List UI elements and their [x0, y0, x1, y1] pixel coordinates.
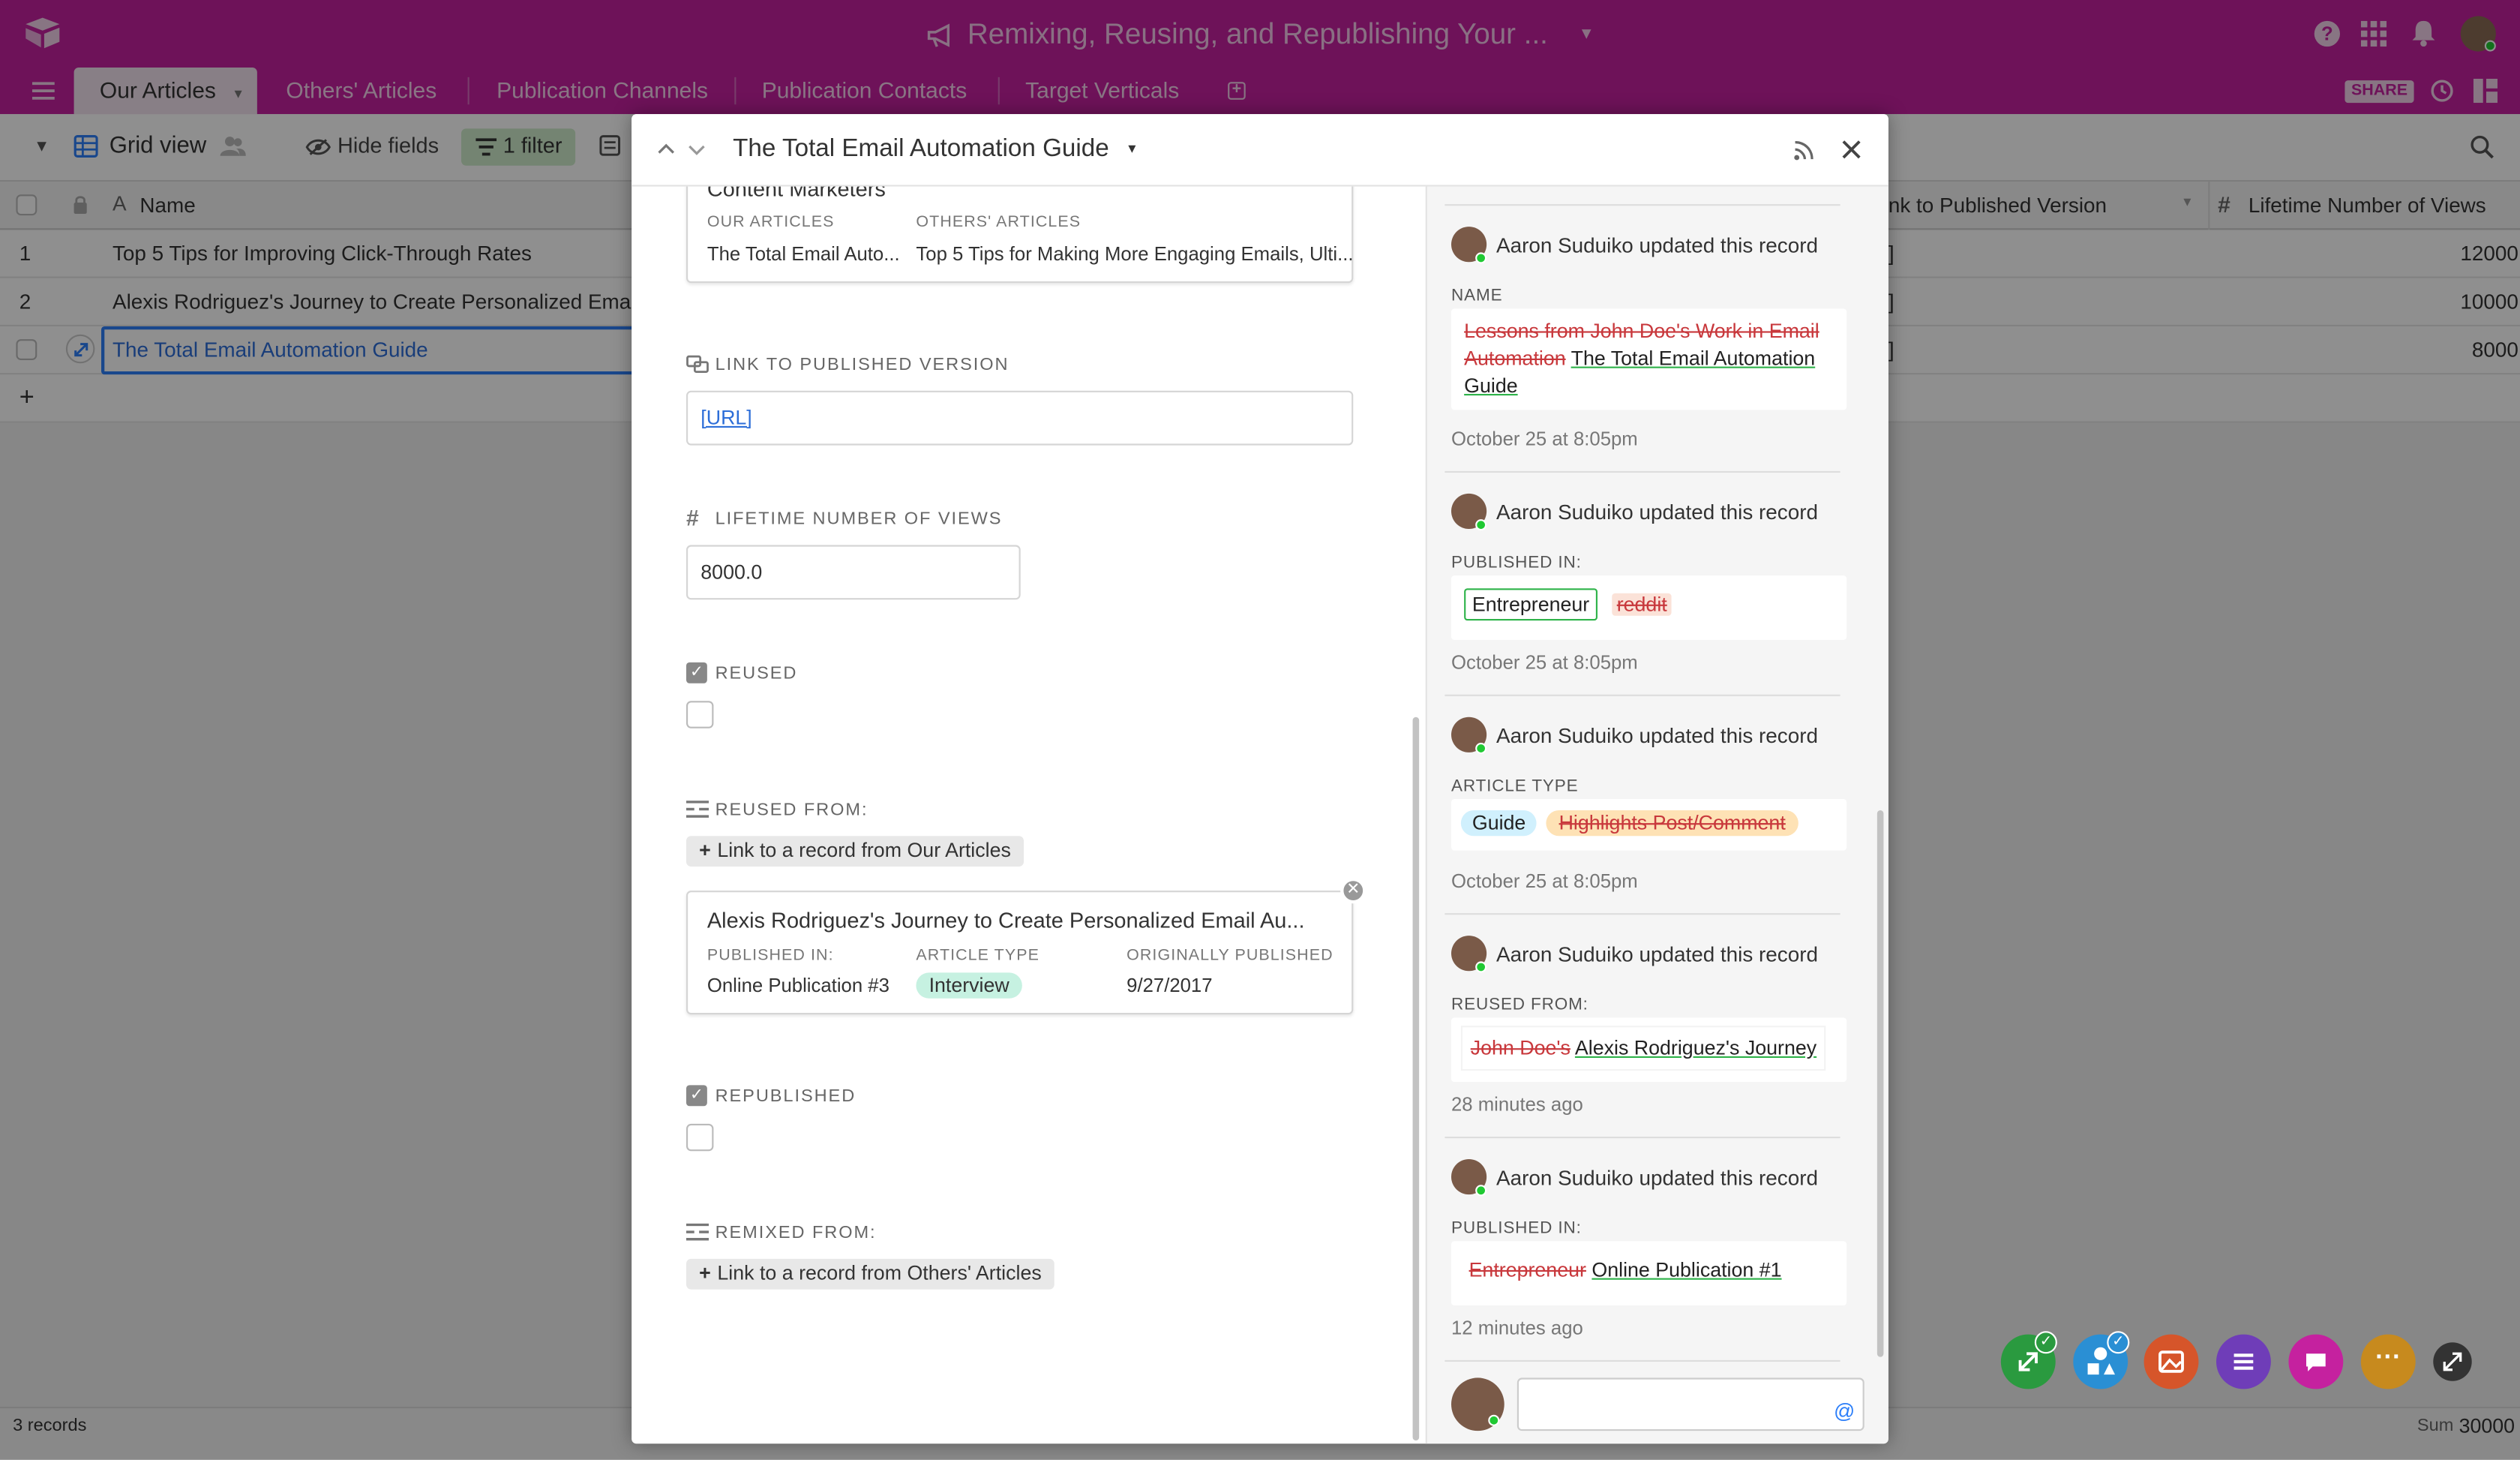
blocks-fullscreen-button[interactable] [2433, 1342, 2472, 1381]
link-field-value[interactable]: [URL] [700, 407, 752, 429]
activity-feed: Aaron Suduiko updated this record NAME L… [1425, 186, 1888, 1444]
activity-separator [1444, 204, 1840, 206]
added-value: Alexis Rodriguez's Journey [1574, 1037, 1817, 1060]
chevron-down-icon[interactable]: ▼ [1126, 142, 1138, 156]
views-field-value: 8000.0 [700, 560, 763, 584]
record-title-text: The Total Email Automation Guide [733, 135, 1109, 163]
number-field-icon: # [686, 504, 699, 531]
checkbox-field-icon: ✓ [686, 1085, 707, 1107]
mention-icon[interactable]: @ [1834, 1398, 1855, 1422]
reused-card-title: Alexis Rodriguez's Journey to Create Per… [706, 908, 1305, 933]
views-field-label: LIFETIME NUMBER OF VIEWS [715, 509, 1003, 529]
activity-author: Aaron Suduiko updated this record [1496, 723, 1818, 748]
activity-field-label: PUBLISHED IN: [1450, 1218, 1582, 1238]
activity-author: Aaron Suduiko updated this record [1496, 1165, 1818, 1190]
link-field-input[interactable] [686, 390, 1354, 446]
link-field-label: LINK TO PUBLISHED VERSION [715, 355, 1010, 375]
activity-field-label: ARTICLE TYPE [1450, 777, 1579, 796]
link-record-button-label: Link to a record from Our Articles [717, 839, 1011, 862]
reused-card-c2-label: ARTICLE TYPE [916, 947, 1040, 965]
added-value: Entrepreneur [1464, 588, 1598, 621]
activity-separator [1444, 470, 1840, 473]
activity-separator [1444, 913, 1840, 915]
activity-timestamp: October 25 at 8:05pm [1450, 650, 1638, 674]
reused-card-c3-label: ORIGINALLY PUBLISHED [1126, 947, 1334, 965]
reused-card-c1-label: PUBLISHED IN: [706, 947, 834, 965]
activity-separator [1444, 1137, 1840, 1139]
plus-icon: + [699, 839, 711, 862]
linked-card-col2-value: Top 5 Tips for Making More Engaging Emai… [916, 242, 1354, 266]
added-value: Guide [1460, 810, 1538, 837]
reused-card-c1-value: Online Publication #3 [706, 974, 890, 997]
link-field-icon [686, 1223, 709, 1242]
activity-author: Aaron Suduiko updated this record [1496, 500, 1818, 524]
online-status-dot [1475, 742, 1487, 754]
online-status-dot [1475, 519, 1487, 531]
activity-timestamp: October 25 at 8:05pm [1450, 870, 1638, 893]
activity-change-text: Entrepreneur Online Publication #1 [1461, 1249, 1790, 1291]
reused-card-c2-value: Interview [916, 972, 1022, 999]
fields-pane: Content Marketers OUR ARTICLES The Total… [632, 186, 1426, 1444]
online-status-dot [1475, 1185, 1487, 1197]
activity-separator [1444, 694, 1840, 696]
activity-change-text: John Doe's Alexis Rodriguez's Journey [1460, 1026, 1826, 1071]
linked-card-title: Content Marketers [706, 186, 886, 201]
checkbox-field-icon: ✓ [686, 662, 707, 683]
removed-value: Highlights Post/Comment [1546, 810, 1798, 837]
activity-scrollbar[interactable] [1876, 810, 1884, 1357]
republished-checkbox[interactable] [686, 1123, 714, 1152]
rss-icon[interactable] [1793, 140, 1814, 161]
block-button-more[interactable]: ··· [2360, 1334, 2416, 1389]
block-button-purple[interactable] [2216, 1334, 2271, 1389]
removed-value: Entrepreneur [1468, 1258, 1586, 1281]
link-record-button-label: Link to a record from Others' Articles [717, 1262, 1042, 1285]
reused-checkbox[interactable] [686, 701, 714, 728]
remixed-from-label: REMIXED FROM: [715, 1223, 877, 1243]
reused-card-c3-value: 9/27/2017 [1126, 974, 1213, 997]
comment-input[interactable] [1516, 1377, 1864, 1431]
link-record-our-articles-button[interactable]: + Link to a record from Our Articles [686, 836, 1024, 867]
app-root: Remixing, Reusing, and Republishing Your… [0, 0, 2520, 1460]
record-title[interactable]: The Total Email Automation Guide ▼ [733, 135, 1138, 164]
removed-value: reddit [1612, 593, 1672, 616]
activity-field-label: PUBLISHED IN: [1450, 553, 1582, 572]
linked-card-col2-label: OTHERS' ARTICLES [916, 214, 1082, 232]
plus-icon: + [699, 1262, 711, 1285]
block-button-orange[interactable] [2144, 1334, 2199, 1389]
block-button-magenta[interactable] [2288, 1334, 2344, 1389]
activity-timestamp: 28 minutes ago [1450, 1093, 1583, 1116]
activity-field-label: REUSED FROM: [1450, 995, 1588, 1015]
republished-field-label: REPUBLISHED [715, 1086, 856, 1107]
link-record-others-articles-button[interactable]: + Link to a record from Others' Articles [686, 1258, 1054, 1290]
online-status-dot [1475, 252, 1487, 264]
activity-field-label: NAME [1450, 286, 1503, 306]
activity-author: Aaron Suduiko updated this record [1496, 233, 1818, 257]
close-icon[interactable] [1842, 140, 1862, 159]
fields-scrollbar[interactable] [1412, 716, 1420, 1440]
online-status-dot [1488, 1414, 1500, 1426]
linked-card-col1-label: OUR ARTICLES [706, 214, 835, 232]
reused-from-label: REUSED FROM: [715, 801, 868, 820]
removed-value: John Doe's [1470, 1037, 1570, 1060]
activity-change-text: Lessons from John Doe's Work in Email Au… [1464, 318, 1837, 400]
remove-link-icon[interactable]: ✕ [1340, 878, 1366, 904]
expanded-record-dialog: The Total Email Automation Guide ▼ Conte… [632, 114, 1888, 1444]
next-record-icon[interactable] [688, 145, 706, 156]
online-status-dot [1475, 961, 1487, 973]
check-badge-icon: ✓ [2034, 1331, 2057, 1354]
check-badge-icon: ✓ [2107, 1331, 2130, 1354]
activity-author: Aaron Suduiko updated this record [1496, 942, 1818, 966]
previous-record-icon[interactable] [657, 143, 675, 155]
activity-timestamp: October 25 at 8:05pm [1450, 428, 1638, 450]
activity-timestamp: 12 minutes ago [1450, 1317, 1583, 1339]
linked-card-col1-value: The Total Email Auto... [706, 242, 900, 266]
link-field-icon [686, 801, 709, 819]
activity-separator [1444, 1359, 1840, 1362]
reused-field-label: REUSED [715, 664, 798, 683]
added-value: Online Publication #1 [1592, 1258, 1782, 1281]
url-field-icon [686, 355, 709, 374]
